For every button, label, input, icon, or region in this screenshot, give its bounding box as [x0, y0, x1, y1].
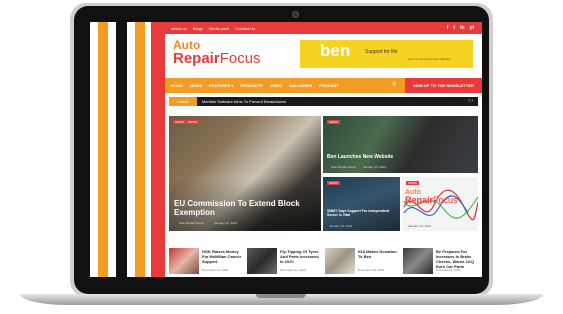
decorative-stripes [90, 22, 165, 277]
nav-video[interactable]: VIDEO [270, 83, 282, 88]
story2-author: Auto Repair Focus [331, 165, 356, 169]
nav-features[interactable]: FEATURES ▾ [209, 83, 233, 88]
search-icon[interactable]: ⚲ [392, 81, 396, 88]
nav-items: HOME NEWS FEATURES ▾ PRODUCTS VIDEO GALL… [171, 78, 339, 93]
list-thumb [325, 248, 355, 274]
list-title[interactable]: Be Prepared For Increases In Brake Check… [436, 249, 478, 269]
list-item[interactable]: IGA Makes Donation To Ben December 20, 2… [325, 248, 401, 276]
newsletter-button[interactable]: SIGN UP TO THE NEWSLETTER [405, 78, 482, 93]
story2-title[interactable]: Ben Launches New Website [327, 154, 393, 160]
story4-badge[interactable]: NEWS [406, 181, 419, 185]
laptop-screen: About us Blogs Media pack Contact Us f t… [90, 22, 482, 277]
list-title[interactable]: HGK Raises Money For McMillan Cancer Sup… [202, 249, 244, 264]
youtube-icon[interactable]: yt [470, 25, 474, 31]
story3-badge[interactable]: NEWS [327, 181, 340, 185]
nav-home[interactable]: HOME [171, 83, 183, 88]
story4-date: January 13, 2021 [408, 224, 432, 228]
top-links: About us Blogs Media pack Contact Us [171, 22, 255, 34]
list-thumb [403, 248, 433, 274]
nav-news[interactable]: NEWS [190, 83, 202, 88]
ad-brand: ben [320, 41, 351, 60]
list-date: December 21, 2021 [280, 268, 307, 272]
main-story-badge-1[interactable]: NEWS [173, 120, 186, 124]
story-ben-website[interactable]: NEWS Ben Launches New Website Auto Repai… [323, 116, 478, 173]
list-item[interactable]: HGK Raises Money For McMillan Cancer Sup… [169, 248, 245, 276]
top-link-media-pack[interactable]: Media pack [209, 26, 229, 31]
ticker-arrows[interactable]: ‹ › [468, 98, 473, 104]
nav-galleries[interactable]: GALLERIES [289, 83, 312, 88]
top-link-blogs[interactable]: Blogs [193, 26, 203, 31]
list-thumb [169, 248, 199, 274]
webcam [292, 11, 299, 18]
list-date: December 21, 2020 [202, 268, 229, 272]
social-links: f t in yt [447, 22, 474, 34]
ticker-label: Latest [169, 97, 197, 106]
main-nav: HOME NEWS FEATURES ▾ PRODUCTS VIDEO GALL… [165, 78, 482, 93]
story4-logo-line2: RepairFocus [405, 196, 458, 205]
story4-logo-focus: Focus [433, 195, 458, 205]
top-link-contact[interactable]: Contact Us [235, 26, 255, 31]
main-story[interactable]: NEWS NEWS EU Commission To Extend Block … [169, 116, 321, 231]
story3-date: January 13, 2021 [329, 224, 353, 228]
banner-ad[interactable]: ben Support for life Here for the automo… [300, 40, 473, 68]
twitter-icon[interactable]: t [453, 25, 455, 31]
main-story-date: January 13, 2021 [214, 221, 238, 225]
story-arf-logo[interactable]: Auto RepairFocus NEWS January 13, 2021 [402, 177, 478, 231]
story-smmt[interactable]: NEWS SMMT Says Support For Independent S… [323, 177, 400, 231]
list-date: December 20, 2021 [358, 268, 385, 272]
main-story-author: Auto Repair Focus [179, 221, 204, 225]
logo-word-repair: Repair [173, 50, 220, 67]
logo-word-focus: Focus [219, 50, 261, 67]
nav-podcast[interactable]: PODCAST [319, 83, 339, 88]
list-title[interactable]: Fly-Tipping Of Tyres And Parts Increased… [280, 249, 322, 264]
nav-products[interactable]: PRODUCTS [240, 83, 262, 88]
website: About us Blogs Media pack Contact Us f t… [165, 22, 482, 277]
list-item[interactable]: Fly-Tipping Of Tyres And Parts Increased… [247, 248, 323, 276]
list-date: December 9, 2021 [436, 268, 461, 272]
ad-subtext: Here for the automotive industry [408, 57, 451, 61]
list-title[interactable]: IGA Makes Donation To Ben [358, 249, 400, 259]
top-bar: About us Blogs Media pack Contact Us f t… [165, 22, 482, 34]
main-story-badge-2[interactable]: NEWS [186, 120, 199, 124]
laptop-notch [256, 294, 306, 298]
story4-logo-repair: Repair [405, 195, 434, 205]
story4-logo: Auto RepairFocus [405, 189, 458, 205]
story3-title[interactable]: SMMT Says Support For Independent Sector… [327, 209, 395, 217]
story2-badge[interactable]: NEWS [327, 120, 340, 124]
top-link-about[interactable]: About us [171, 26, 187, 31]
list-item[interactable]: Be Prepared For Increases In Brake Check… [403, 248, 479, 276]
list-thumb [247, 248, 277, 274]
facebook-icon[interactable]: f [447, 25, 449, 31]
ticker-headline[interactable]: Meritels Software Aims To Prevent Breakd… [202, 99, 286, 104]
story2-date: January 13, 2021 [363, 165, 387, 169]
main-story-title[interactable]: EU Commission To Extend Block Exemption [174, 199, 314, 217]
instagram-icon[interactable]: in [460, 25, 464, 31]
site-logo[interactable]: Auto RepairFocus [173, 39, 261, 66]
news-ticker: Latest Meritels Software Aims To Prevent… [169, 97, 478, 106]
story3-image [323, 177, 400, 231]
logo-line2: RepairFocus [173, 51, 261, 66]
ad-tagline: Support for life [365, 49, 398, 55]
